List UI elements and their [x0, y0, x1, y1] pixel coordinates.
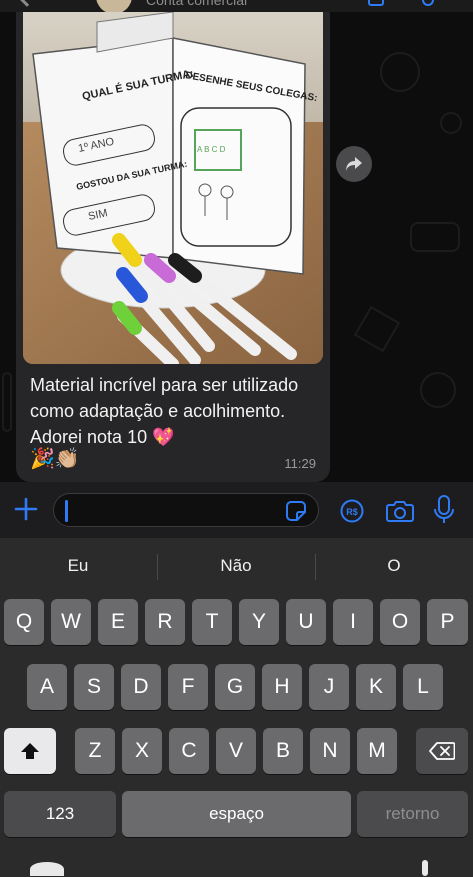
key-o[interactable]: O [380, 599, 420, 645]
key-i[interactable]: I [333, 599, 373, 645]
svg-text:R$: R$ [346, 507, 358, 517]
shift-key[interactable] [4, 728, 56, 774]
contact-subtitle: Conta comercial [146, 0, 248, 8]
key-y[interactable]: Y [239, 599, 279, 645]
wallpaper-doodle [380, 52, 420, 92]
key-v[interactable]: V [216, 728, 256, 774]
message-emojis: 🎉👏🏼 [30, 448, 80, 470]
phone-call-icon[interactable] [422, 0, 434, 6]
wallpaper-doodle [420, 372, 456, 408]
space-key[interactable]: espaço [122, 791, 351, 837]
key-g[interactable]: G [215, 664, 255, 710]
photo-illustration: QUAL É SUA TURMA: 1º ANO GOSTOU DA SUA T… [23, 12, 323, 364]
message-input-bar: R$ [0, 482, 473, 538]
key-m[interactable]: M [357, 728, 397, 774]
key-j[interactable]: J [309, 664, 349, 710]
key-w[interactable]: W [51, 599, 91, 645]
sticker-icon[interactable] [286, 501, 306, 521]
camera-icon[interactable] [386, 499, 414, 523]
return-key[interactable]: retorno [357, 791, 468, 837]
video-call-icon[interactable] [368, 0, 384, 6]
key-z[interactable]: Z [75, 728, 115, 774]
suggestion-2[interactable]: Não [158, 556, 314, 576]
key-f[interactable]: F [168, 664, 208, 710]
key-n[interactable]: N [310, 728, 350, 774]
dictation-icon[interactable] [422, 860, 428, 876]
key-b[interactable]: B [263, 728, 303, 774]
backspace-key[interactable] [416, 728, 468, 774]
key-k[interactable]: K [356, 664, 396, 710]
microphone-icon[interactable] [432, 495, 456, 525]
key-l[interactable]: L [403, 664, 443, 710]
back-chevron-icon[interactable] [17, 0, 37, 7]
message-text-field[interactable] [53, 493, 319, 527]
chat-area[interactable]: QUAL É SUA TURMA: 1º ANO GOSTOU DA SUA T… [0, 12, 473, 482]
wallpaper-doodle [353, 305, 401, 353]
key-r[interactable]: R [145, 599, 185, 645]
wallpaper-doodle [410, 222, 460, 252]
key-h[interactable]: H [262, 664, 302, 710]
chat-header: Conta comercial [0, 0, 473, 12]
on-screen-keyboard: Eu Não O Q W E R T Y U I O P A S D F G H… [0, 538, 473, 877]
wallpaper-doodle [440, 112, 462, 134]
keyboard-bottom-strip [0, 858, 473, 877]
key-e[interactable]: E [98, 599, 138, 645]
suggestion-bar: Eu Não O [0, 538, 473, 596]
emoji-icon[interactable] [30, 862, 64, 876]
suggestion-3[interactable]: O [316, 556, 472, 576]
shift-arrow-icon [21, 743, 39, 759]
contact-avatar[interactable] [96, 0, 132, 12]
forward-arrow-icon [346, 157, 362, 171]
forward-button[interactable] [336, 146, 372, 182]
key-s[interactable]: S [74, 664, 114, 710]
payment-icon[interactable]: R$ [340, 499, 364, 523]
key-u[interactable]: U [286, 599, 326, 645]
message-timestamp: 11:29 [284, 456, 316, 471]
message-photo[interactable]: QUAL É SUA TURMA: 1º ANO GOSTOU DA SUA T… [23, 12, 323, 364]
backspace-icon [429, 742, 455, 760]
suggestion-1[interactable]: Eu [0, 556, 156, 576]
photo-drawing-label: A B C D [197, 145, 226, 154]
key-q[interactable]: Q [4, 599, 44, 645]
message-bubble[interactable]: QUAL É SUA TURMA: 1º ANO GOSTOU DA SUA T… [16, 12, 330, 482]
plus-icon[interactable] [13, 496, 39, 522]
key-p[interactable]: P [427, 599, 468, 645]
wallpaper-doodle [2, 372, 12, 432]
key-a[interactable]: A [27, 664, 67, 710]
text-cursor [65, 500, 68, 522]
key-t[interactable]: T [192, 599, 232, 645]
key-x[interactable]: X [122, 728, 162, 774]
key-c[interactable]: C [169, 728, 209, 774]
message-caption: Material incrível para ser utilizado com… [30, 375, 299, 447]
key-d[interactable]: D [121, 664, 161, 710]
numbers-key[interactable]: 123 [4, 791, 116, 837]
